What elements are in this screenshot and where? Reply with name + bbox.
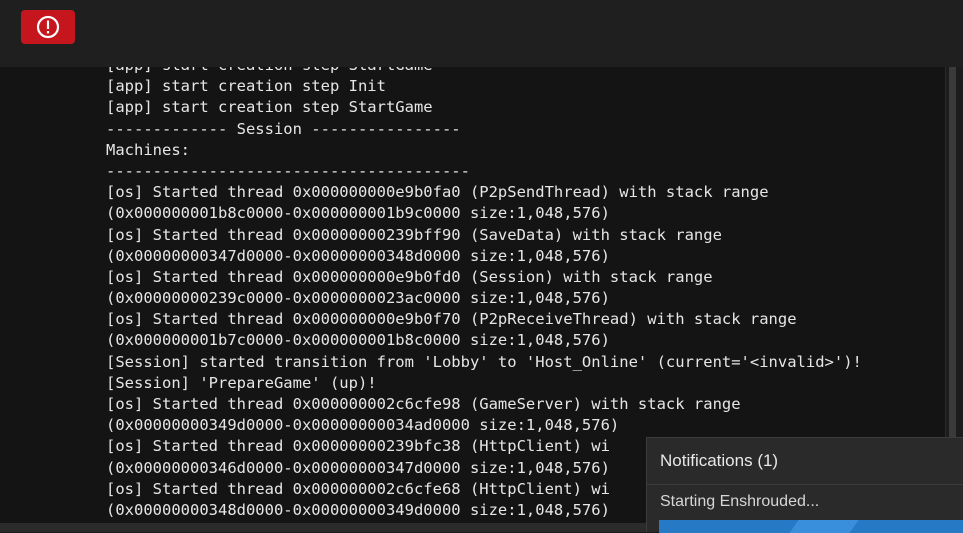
console-line: [Session] 'PrepareGame' (up)! <box>106 373 377 392</box>
notification-item[interactable]: Starting Enshrouded... <box>660 493 819 511</box>
notifications-divider <box>647 484 963 485</box>
console-line: (0x000000001b7c0000-0x000000001b8c0000 s… <box>106 331 610 350</box>
console-line: [os] Started thread 0x000000000e9b0fd0 (… <box>106 267 713 286</box>
console-line: ------------- Session ---------------- <box>106 119 461 138</box>
console-line: --------------------------------------- <box>106 161 470 180</box>
console-line: [os] Started thread 0x000000002c6cfe98 (… <box>106 395 741 413</box>
console-line: [app] start creation step Init <box>106 77 386 96</box>
console-line: [app] start creation step StartGame <box>106 98 433 117</box>
console-line: (0x000000001b8c0000-0x000000001b9c0000 s… <box>106 204 610 223</box>
error-icon <box>36 15 60 39</box>
console-line: (0x00000000349d0000-0x00000000034ad0000 … <box>106 416 620 435</box>
notification-progress-bar <box>659 520 963 533</box>
console-line: [os] Started thread 0x000000000e9b0f70 (… <box>106 310 797 329</box>
top-toolbar <box>0 0 963 67</box>
notifications-title: Notifications (1) <box>660 451 779 470</box>
console-line: (0x00000000239c0000-0x0000000023ac0000 s… <box>106 289 610 308</box>
error-alert-button[interactable] <box>21 10 75 44</box>
console-line: (0x00000000347d0000-0x00000000348d0000 s… <box>106 246 610 265</box>
console-line: [Session] started transition from 'Lobby… <box>106 352 862 371</box>
horizontal-scrollbar[interactable] <box>0 523 660 532</box>
console-line: Machines: <box>106 140 190 159</box>
console-line: [app] start creation step StartGame <box>106 67 862 76</box>
console-line: [os] Started thread 0x00000000239bff90 (… <box>106 225 722 244</box>
progress-stripe <box>789 520 859 533</box>
console-line: [os] Started thread 0x000000000e9b0fa0 (… <box>106 183 769 202</box>
notifications-panel[interactable]: Notifications (1) Starting Enshrouded... <box>646 437 963 533</box>
